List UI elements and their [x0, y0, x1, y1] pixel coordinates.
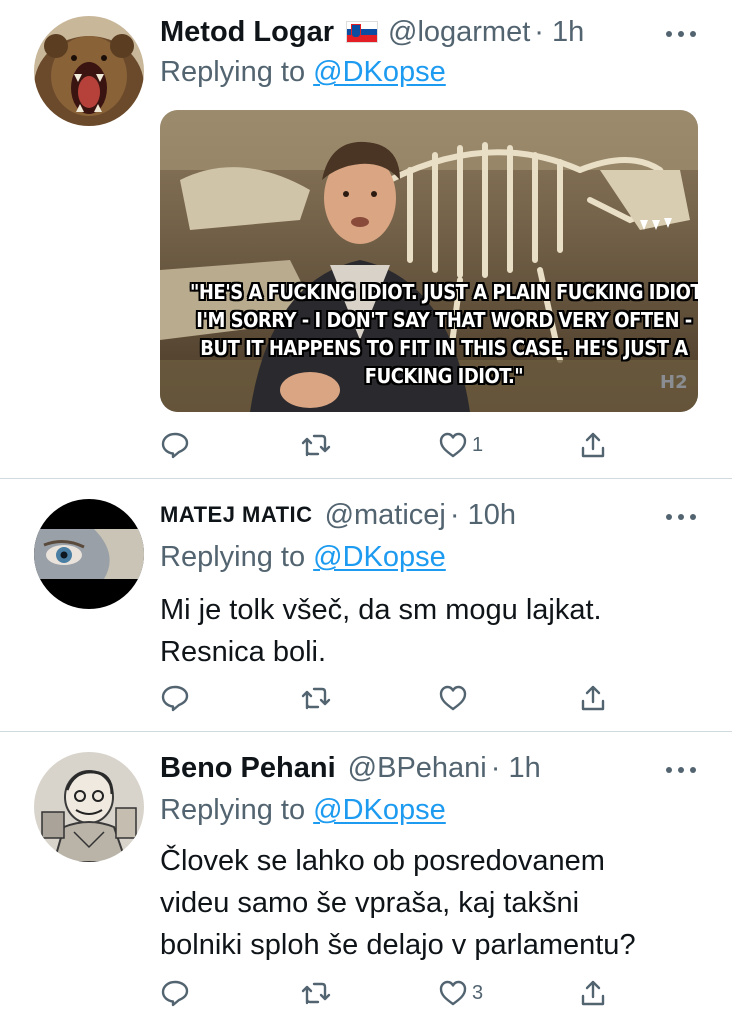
- tweet-actions: 3: [160, 976, 620, 1010]
- slovenia-flag-icon: [346, 21, 378, 43]
- tweet-3[interactable]: Beno Pehani @BPehani · 1h Replying to @D…: [0, 732, 732, 1024]
- replying-to-label: Replying to: [160, 56, 306, 88]
- eye-avatar[interactable]: [34, 499, 144, 609]
- like-count: 3: [472, 981, 484, 1004]
- reply-icon[interactable]: [160, 428, 190, 462]
- replying-to: Replying to @DKopse: [160, 56, 446, 89]
- author-handle[interactable]: @maticej: [325, 499, 446, 532]
- tweet-time[interactable]: · 10h: [450, 499, 516, 532]
- like-icon[interactable]: 1: [438, 428, 483, 462]
- author-name[interactable]: Metod Logar: [160, 16, 334, 49]
- like-count: 1: [472, 433, 484, 456]
- share-icon[interactable]: [578, 681, 608, 715]
- tweet-2[interactable]: MATEJ MATIC @maticej · 10h Replying to @…: [0, 479, 732, 731]
- share-icon[interactable]: [578, 428, 608, 462]
- mention-link[interactable]: @DKopse: [313, 541, 446, 573]
- replying-to: Replying to @DKopse: [160, 541, 446, 574]
- tweet-header: MATEJ MATIC @maticej · 10h: [160, 497, 662, 533]
- share-icon[interactable]: [578, 976, 608, 1010]
- retweet-icon[interactable]: [300, 428, 332, 462]
- tweet-header: Beno Pehani @BPehani · 1h: [160, 750, 662, 786]
- tweet-text: Človek se lahko ob posredovanem videu sa…: [160, 845, 636, 961]
- bear-avatar[interactable]: [34, 16, 144, 126]
- replying-to-label: Replying to: [160, 794, 306, 826]
- mention-link[interactable]: @DKopse: [313, 794, 446, 826]
- tweet-time[interactable]: · 1h: [491, 752, 541, 785]
- mention-link[interactable]: @DKopse: [313, 56, 446, 88]
- more-options-icon[interactable]: [666, 24, 696, 44]
- replying-to: Replying to @DKopse: [160, 794, 446, 827]
- tweet-header: Metod Logar @logarmet · 1h: [160, 14, 662, 50]
- tweet-time[interactable]: · 1h: [534, 16, 584, 49]
- tweet-actions: [160, 681, 620, 715]
- author-handle[interactable]: @BPehani: [348, 752, 487, 785]
- tweet-media-image[interactable]: H2 "HE'S A FUCKING IDIOT. JUST A PLAIN F…: [160, 110, 698, 412]
- replying-to-label: Replying to: [160, 541, 306, 573]
- author-handle[interactable]: @logarmet: [388, 16, 530, 49]
- like-icon[interactable]: 3: [438, 976, 483, 1010]
- caricature-avatar[interactable]: [34, 752, 144, 862]
- author-name[interactable]: Beno Pehani: [160, 752, 336, 785]
- tweet-actions: 1: [160, 428, 620, 462]
- tweet-text: Mi je tolk všeč, da sm mogu lajkat. Resn…: [160, 594, 602, 668]
- reply-icon[interactable]: [160, 976, 190, 1010]
- author-name[interactable]: MATEJ MATIC: [160, 502, 313, 528]
- reply-icon[interactable]: [160, 681, 190, 715]
- more-options-icon[interactable]: [666, 760, 696, 780]
- media-caption: "HE'S A FUCKING IDIOT. JUST A PLAIN FUCK…: [190, 280, 698, 388]
- more-options-icon[interactable]: [666, 507, 696, 527]
- retweet-icon[interactable]: [300, 681, 332, 715]
- retweet-icon[interactable]: [300, 976, 332, 1010]
- tweet-1[interactable]: Metod Logar @logarmet · 1h Replying to @…: [0, 0, 732, 478]
- like-icon[interactable]: [438, 681, 472, 715]
